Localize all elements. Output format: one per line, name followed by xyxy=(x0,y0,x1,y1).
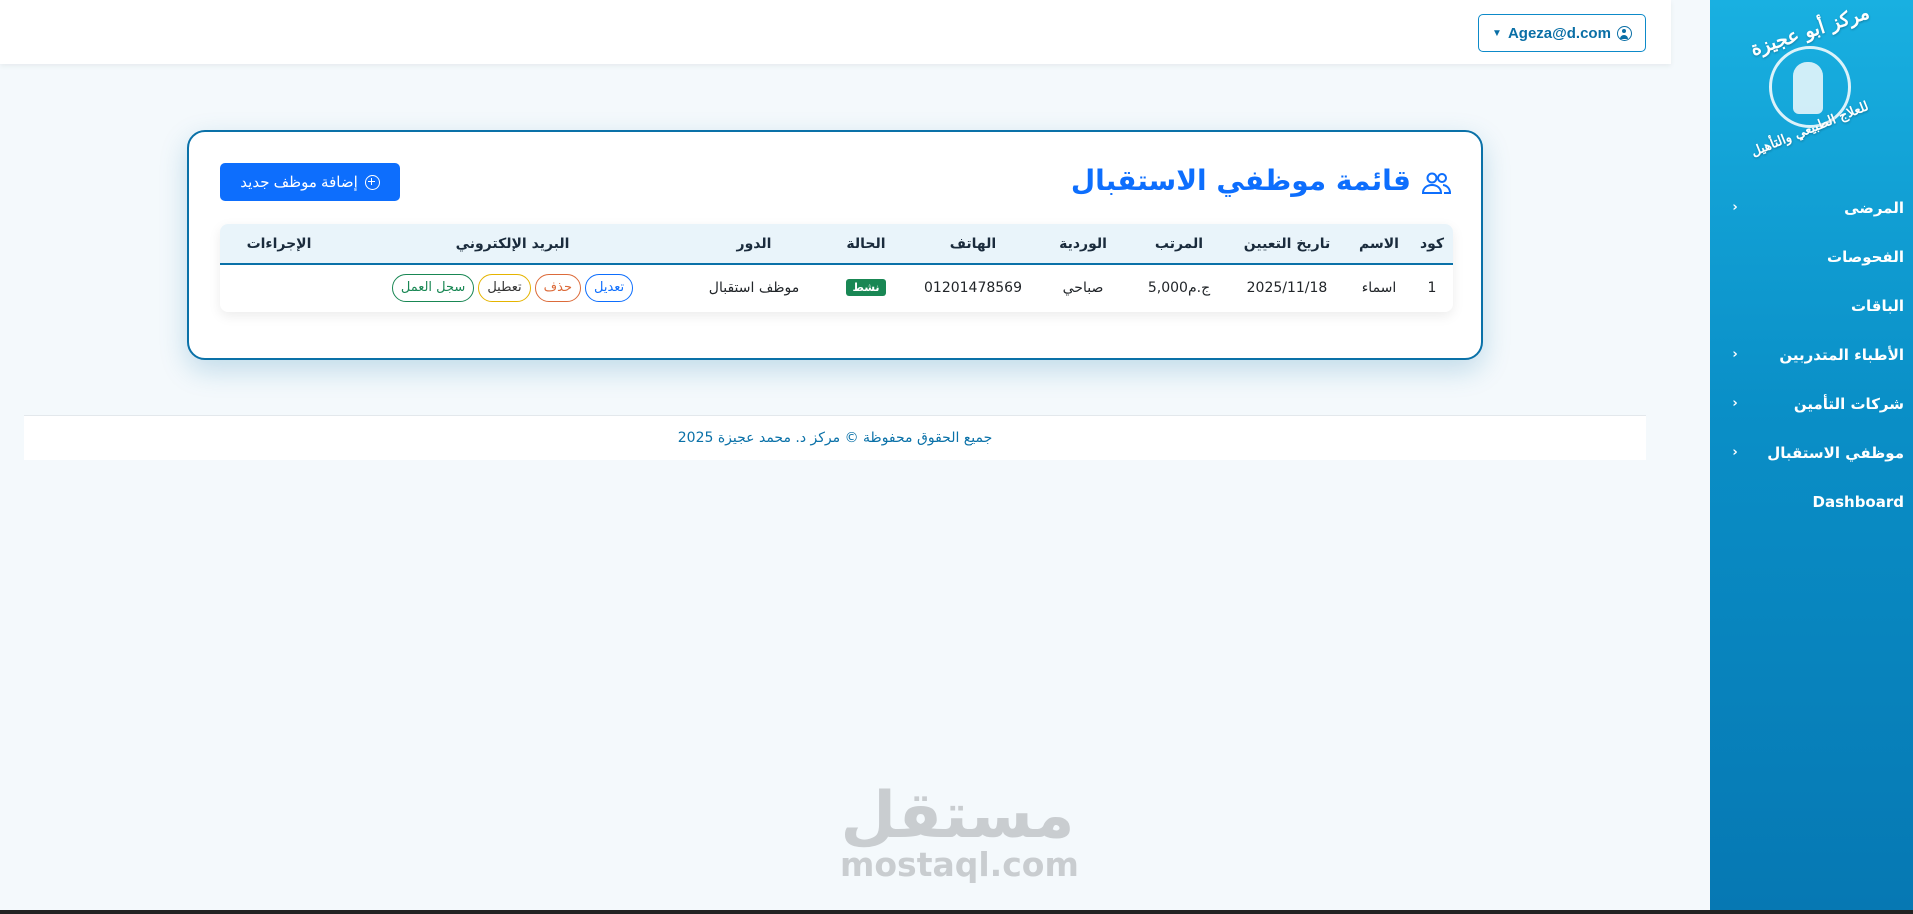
chevron-left-icon: ‹ xyxy=(1732,347,1738,362)
sidebar-item-reception-staff[interactable]: موظفي الاستقبال ‹ xyxy=(1710,428,1913,477)
sidebar-item-trainee-doctors[interactable]: الأطباء المتدربين ‹ xyxy=(1710,330,1913,379)
watermark-arabic: مستقل xyxy=(840,779,1075,853)
delete-button[interactable]: حذف xyxy=(534,273,581,302)
edit-button[interactable]: تعديل xyxy=(584,273,634,302)
watermark-english: mostaql.com xyxy=(840,845,1079,884)
cell-shift: صباحي xyxy=(1062,279,1104,296)
logo-figure xyxy=(1793,62,1823,114)
chevron-left-icon: ‹ xyxy=(1732,200,1738,215)
sidebar-item-label: موظفي الاستقبال xyxy=(1767,443,1904,462)
col-status: الحالة xyxy=(821,224,911,265)
user-menu-button[interactable]: ▼ Ageza@d.com xyxy=(1478,14,1646,52)
col-email: البريد الإلكتروني xyxy=(338,224,687,265)
col-shift: الوردية xyxy=(1035,224,1131,265)
row-actions: تعديل حذف تعطيل سجل العمل xyxy=(342,273,683,302)
add-employee-label: إضافة موظف جديد xyxy=(240,174,358,191)
top-bar: ▼ Ageza@d.com xyxy=(0,0,1671,64)
reception-staff-card: قائمة موظفي الاستقبال إضافة موظف جديد كو… xyxy=(187,130,1483,360)
user-email: Ageza@d.com xyxy=(1507,24,1611,42)
sidebar-item-label: Dashboard xyxy=(1812,492,1904,511)
page-title-text: قائمة موظفي الاستقبال xyxy=(1070,164,1411,197)
sidebar-item-tests[interactable]: الفحوصات xyxy=(1710,232,1913,281)
cell-code: 1 xyxy=(1427,279,1437,296)
sidebar: مركز أبو عجيزة للعلاج الطبيعي والتأهيل ا… xyxy=(1710,0,1913,910)
cell-phone: 01201478569 xyxy=(924,279,1022,296)
logo: مركز أبو عجيزة للعلاج الطبيعي والتأهيل xyxy=(1745,1,1875,168)
status-badge: نشط xyxy=(846,279,886,296)
chevron-left-icon: ‹ xyxy=(1732,445,1738,460)
people-icon xyxy=(1421,169,1452,194)
cell-role: موظف استقبال xyxy=(708,279,800,296)
sidebar-item-dashboard[interactable]: Dashboard xyxy=(1710,477,1913,526)
caret-down-icon: ▼ xyxy=(1492,27,1502,39)
disable-button[interactable]: تعطيل xyxy=(478,273,531,302)
sidebar-nav: المرضى ‹ الفحوصات الباقات الأطباء المتدر… xyxy=(1710,183,1913,526)
cell-status: نشط xyxy=(821,264,911,310)
cell-hire-date: 2025/11/18 xyxy=(1246,279,1328,296)
sidebar-item-label: المرضى xyxy=(1844,198,1904,217)
col-salary: المرتب xyxy=(1131,224,1227,265)
col-role: الدور xyxy=(687,224,821,265)
add-employee-button[interactable]: إضافة موظف جديد xyxy=(220,163,400,201)
bottom-strip xyxy=(0,910,1913,914)
col-hire-date: تاريخ التعيين xyxy=(1227,224,1347,265)
footer: جميع الحقوق محفوظة © مركز د. محمد عجيزة … xyxy=(24,415,1646,460)
sidebar-item-packages[interactable]: الباقات xyxy=(1710,281,1913,330)
page-title: قائمة موظفي الاستقبال xyxy=(1070,164,1452,197)
cell-actions xyxy=(220,264,338,310)
col-phone: الهاتف xyxy=(911,224,1035,265)
sidebar-item-label: شركات التأمين xyxy=(1793,394,1904,413)
sidebar-item-label: الباقات xyxy=(1850,296,1904,315)
sidebar-item-label: الفحوصات xyxy=(1827,247,1904,266)
chevron-left-icon: ‹ xyxy=(1732,396,1738,411)
user-circle-icon xyxy=(1616,25,1632,41)
table-header-row: كود الاسم تاريخ التعيين المرتب الوردية ا… xyxy=(220,224,1453,265)
staff-table: كود الاسم تاريخ التعيين المرتب الوردية ا… xyxy=(220,224,1453,312)
col-code: كود xyxy=(1411,224,1453,265)
plus-circle-icon xyxy=(364,174,380,190)
col-actions: الإجراءات xyxy=(220,224,338,265)
watermark: مستقل mostaql.com xyxy=(840,779,1079,884)
cell-salary: ج.م5,000 xyxy=(1147,279,1211,296)
table-row: 1 اسماء 2025/11/18 ج.م5,000 صباحي 012014… xyxy=(220,264,1453,310)
work-log-button[interactable]: سجل العمل xyxy=(391,273,475,302)
cell-name: اسماء xyxy=(1361,279,1397,296)
col-name: الاسم xyxy=(1347,224,1411,265)
cell-email-actions: تعديل حذف تعطيل سجل العمل xyxy=(338,264,687,310)
sidebar-item-insurance[interactable]: شركات التأمين ‹ xyxy=(1710,379,1913,428)
footer-text: جميع الحقوق محفوظة © مركز د. محمد عجيزة … xyxy=(677,430,993,446)
sidebar-item-label: الأطباء المتدربين xyxy=(1779,345,1904,364)
sidebar-item-patients[interactable]: المرضى ‹ xyxy=(1710,183,1913,232)
